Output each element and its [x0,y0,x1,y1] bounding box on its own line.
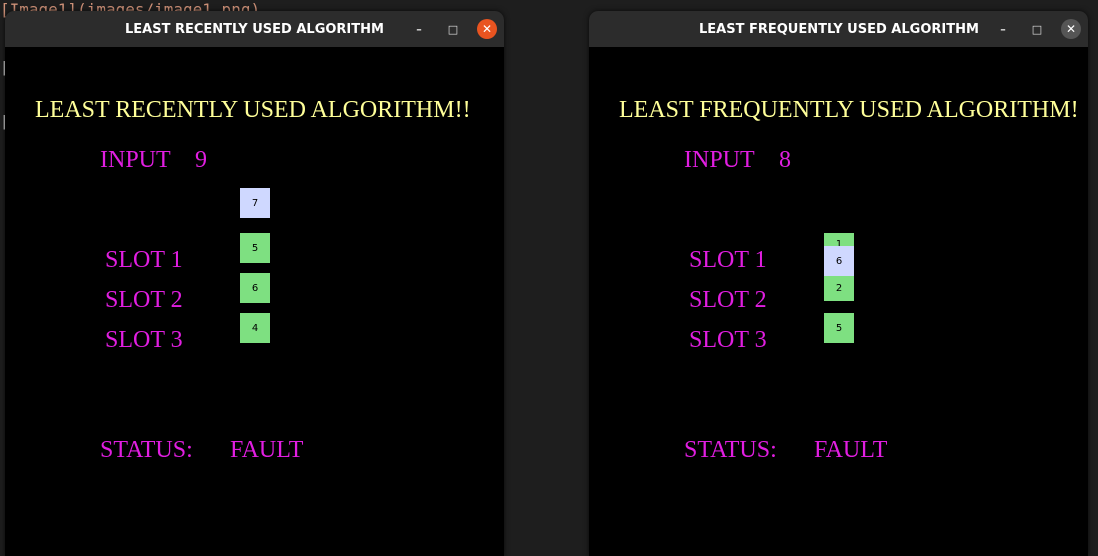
status-value: FAULT [814,437,888,463]
minimize-icon[interactable]: – [993,19,1013,39]
input-label: INPUT [684,147,755,173]
lfu-heading: LEAST FREQUENTLY USED ALGORITHM! [619,97,1079,123]
status-label: STATUS: [684,437,777,463]
slot-label: SLOT 3 [689,327,767,353]
slot-label: SLOT 2 [105,287,183,313]
slot-label: SLOT 2 [689,287,767,313]
input-label: INPUT [100,147,171,173]
slot-box: 4 [240,313,270,343]
slot-label: SLOT 1 [689,247,767,273]
maximize-icon[interactable]: □ [443,19,463,39]
slot-box: 5 [240,233,270,263]
lru-heading: LEAST RECENTLY USED ALGORITHM!! [35,97,471,123]
close-icon[interactable]: ✕ [1061,19,1081,39]
lru-canvas: LEAST RECENTLY USED ALGORITHM!! INPUT 9 … [5,47,504,556]
status-label: STATUS: [100,437,193,463]
maximize-icon[interactable]: □ [1027,19,1047,39]
slot-box: 6 [240,273,270,303]
close-icon[interactable]: ✕ [477,19,497,39]
input-value: 9 [195,147,207,173]
lfu-canvas: LEAST FREQUENTLY USED ALGORITHM! INPUT 8… [589,47,1088,556]
lfu-window-title: LEAST FREQUENTLY USED ALGORITHM [699,22,979,37]
lfu-window: LEAST FREQUENTLY USED ALGORITHM – □ ✕ LE… [589,11,1088,556]
lfu-titlebar[interactable]: LEAST FREQUENTLY USED ALGORITHM – □ ✕ [589,11,1088,47]
input-value: 8 [779,147,791,173]
slot-box: 5 [824,313,854,343]
slot-box: 2 [824,276,854,301]
minimize-icon[interactable]: – [409,19,429,39]
incoming-page-box: 6 [824,246,854,276]
slot-label: SLOT 1 [105,247,183,273]
lru-titlebar[interactable]: LEAST RECENTLY USED ALGORITHM – □ ✕ [5,11,504,47]
slot-label: SLOT 3 [105,327,183,353]
status-value: FAULT [230,437,304,463]
incoming-page-box: 7 [240,188,270,218]
lru-window: LEAST RECENTLY USED ALGORITHM – □ ✕ LEAS… [5,11,504,556]
lru-window-title: LEAST RECENTLY USED ALGORITHM [125,22,384,37]
